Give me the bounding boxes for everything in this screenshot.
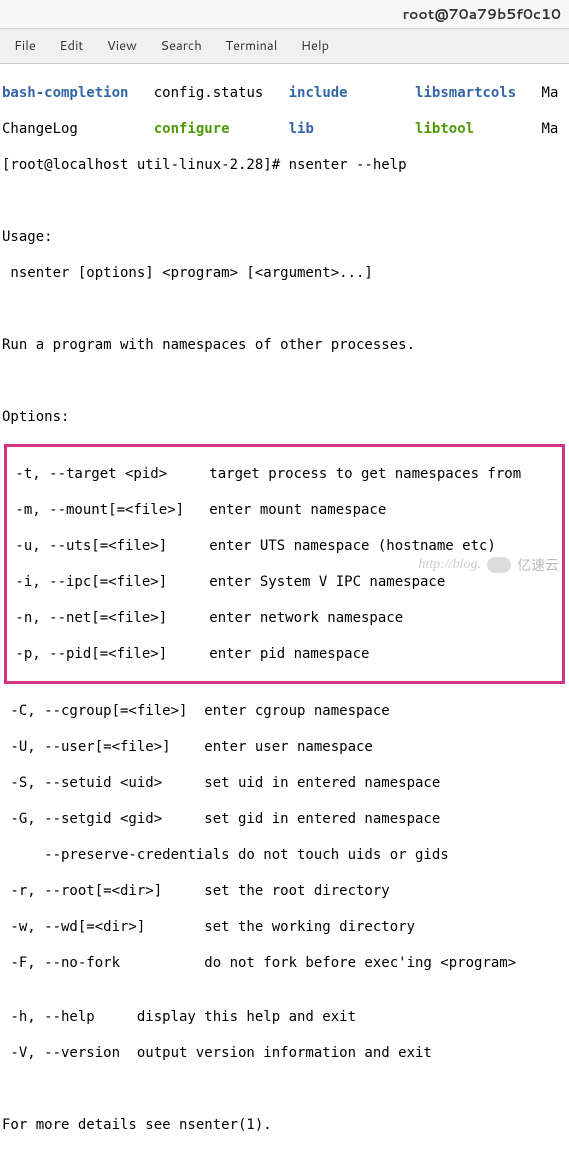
option-root: -r, --root[=<dir>] set the root director… xyxy=(2,882,567,900)
footer-line: For more details see nsenter(1). xyxy=(2,1116,567,1134)
window-title: root@70a79b5f0c10 xyxy=(403,4,561,24)
shell-prompt: [root@localhost util-linux-2.28]# xyxy=(2,157,289,173)
option-version: -V, --version output version information… xyxy=(2,1044,567,1062)
option-no-fork: -F, --no-fork do not fork before exec'in… xyxy=(2,954,567,972)
option-cgroup: -C, --cgroup[=<file>] enter cgroup names… xyxy=(2,702,567,720)
cloud-icon xyxy=(487,557,511,573)
option-net: -n, --net[=<file>] enter network namespa… xyxy=(7,609,562,627)
menu-terminal[interactable]: Terminal xyxy=(215,35,287,57)
dir-libsmartcols: libsmartcols xyxy=(415,85,516,101)
menu-search[interactable]: Search xyxy=(150,35,211,57)
command-text: nsenter --help xyxy=(289,157,407,173)
file-ma1: Ma xyxy=(542,85,559,101)
option-uts: -u, --uts[=<file>] enter UTS namespace (… xyxy=(7,537,562,555)
exec-libtool: libtool xyxy=(415,121,474,137)
option-setuid: -S, --setuid <uid> set uid in entered na… xyxy=(2,774,567,792)
option-ipc: -i, --ipc[=<file>] enter System V IPC na… xyxy=(7,573,562,591)
option-help: -h, --help display this help and exit xyxy=(2,1008,567,1026)
terminal-output[interactable]: bash-completion config.status include li… xyxy=(0,64,569,1154)
blank-line xyxy=(2,300,567,318)
option-mount: -m, --mount[=<file>] enter mount namespa… xyxy=(7,501,562,519)
ls-row-2: ChangeLog configure lib libtool Ma xyxy=(2,120,567,138)
usage-header: Usage: xyxy=(2,228,567,246)
menu-view[interactable]: View xyxy=(97,35,147,57)
ls-row-1: bash-completion config.status include li… xyxy=(2,84,567,102)
options-header: Options: xyxy=(2,408,567,426)
file-config-status: config.status xyxy=(154,85,264,101)
watermark-url: http://blog. xyxy=(418,557,481,573)
option-wd: -w, --wd[=<dir>] set the working directo… xyxy=(2,918,567,936)
blank-line xyxy=(2,192,567,210)
option-target: -t, --target <pid> target process to get… xyxy=(7,465,562,483)
option-preserve-credentials: --preserve-credentials do not touch uids… xyxy=(2,846,567,864)
menubar: File Edit View Search Terminal Help xyxy=(0,29,569,64)
file-changelog: ChangeLog xyxy=(2,121,78,137)
description-line: Run a program with namespaces of other p… xyxy=(2,336,567,354)
file-ma2: Ma xyxy=(542,121,559,137)
watermark: http://blog. 亿速云 xyxy=(418,555,559,575)
exec-configure: configure xyxy=(154,121,230,137)
menu-file[interactable]: File xyxy=(4,35,46,57)
blank-line xyxy=(2,372,567,390)
prompt-line: [root@localhost util-linux-2.28]# nsente… xyxy=(2,156,567,174)
usage-line: nsenter [options] <program> [<argument>.… xyxy=(2,264,567,282)
dir-lib: lib xyxy=(289,121,314,137)
window-titlebar: root@70a79b5f0c10 xyxy=(0,0,569,29)
watermark-brand: 亿速云 xyxy=(517,555,559,575)
option-pid: -p, --pid[=<file>] enter pid namespace xyxy=(7,645,562,663)
dir-include: include xyxy=(289,85,348,101)
blank-line xyxy=(2,1080,567,1098)
menu-edit[interactable]: Edit xyxy=(49,35,93,57)
option-user: -U, --user[=<file>] enter user namespace xyxy=(2,738,567,756)
option-setgid: -G, --setgid <gid> set gid in entered na… xyxy=(2,810,567,828)
menu-help[interactable]: Help xyxy=(291,35,339,57)
dir-bash-completion: bash-completion xyxy=(2,85,128,101)
